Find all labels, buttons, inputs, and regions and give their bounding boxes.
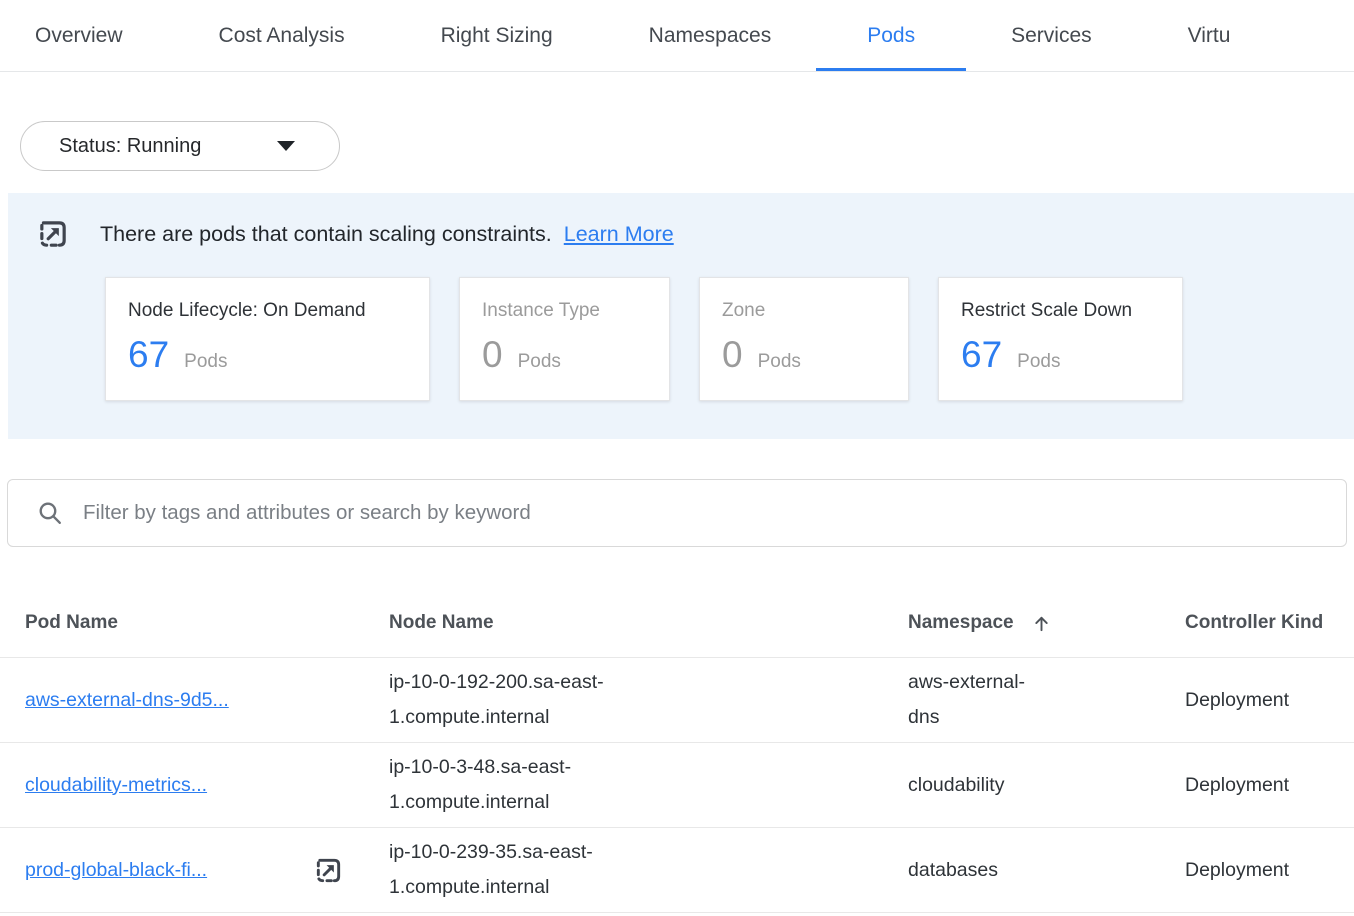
column-header-label: Namespace xyxy=(908,612,1014,634)
card-metric: 0 Pods xyxy=(722,334,908,376)
scale-out-icon xyxy=(36,217,70,251)
column-header-node-name[interactable]: Node Name xyxy=(364,612,883,634)
constraint-cards: Node Lifecycle: On Demand67PodsInstance … xyxy=(105,277,1354,401)
column-header-label: Node Name xyxy=(389,612,494,634)
table-row: aws-external-dns-9d5... ip-10-0-192-200.s… xyxy=(0,658,1354,743)
sort-ascending-icon xyxy=(1032,614,1051,633)
namespace-cell: cloudability xyxy=(883,768,1043,803)
card-metric: 67 Pods xyxy=(128,334,429,376)
card-unit: Pods xyxy=(1017,351,1060,373)
table-row: prod-global-black-fi... ip-10-0-239-35.sa… xyxy=(0,828,1354,913)
card-unit: Pods xyxy=(758,351,801,373)
pod-name-cell: aws-external-dns-9d5... xyxy=(0,689,364,712)
column-header-controller-kind[interactable]: Controller Kind xyxy=(1160,612,1354,634)
controller-kind-cell: Deployment xyxy=(1160,774,1354,797)
column-header-pod-name[interactable]: Pod Name xyxy=(0,612,364,634)
tab-services[interactable]: Services xyxy=(1011,0,1092,72)
pods-table: Pod Name Node Name Namespace Controller Kin… xyxy=(0,589,1354,913)
pod-name-link[interactable]: prod-global-black-fi... xyxy=(25,859,207,882)
banner-message: There are pods that contain scaling cons… xyxy=(100,222,674,247)
tab-label: Virtu xyxy=(1188,24,1231,48)
card-title: Zone xyxy=(722,300,908,322)
card-metric: 0 Pods xyxy=(482,334,669,376)
learn-more-link[interactable]: Learn More xyxy=(564,222,674,246)
constraint-card-restrict-scale-down[interactable]: Restrict Scale Down 67 Pods xyxy=(938,277,1183,401)
tab-label: Namespaces xyxy=(649,24,772,48)
tab-label: Pods xyxy=(867,24,915,48)
card-title: Instance Type xyxy=(482,300,669,322)
status-filter-dropdown[interactable]: Status: Running xyxy=(20,121,340,171)
card-title: Node Lifecycle: On Demand xyxy=(128,300,429,322)
tab-bar: Overview Cost Analysis Right Sizing Namespa… xyxy=(0,0,1354,72)
search-input[interactable] xyxy=(81,500,1326,526)
tab-label: Services xyxy=(1011,24,1092,48)
node-name-cell: ip-10-0-192-200.sa-east-1.compute.intern… xyxy=(364,658,664,742)
scaling-constraints-banner: There are pods that contain scaling cons… xyxy=(8,193,1354,439)
table-row: cloudability-metrics... ip-10-0-3-48.sa-e… xyxy=(0,743,1354,828)
card-value: 0 xyxy=(722,334,743,376)
constraint-card-node-lifecycle-on-demand[interactable]: Node Lifecycle: On Demand 67 Pods xyxy=(105,277,430,401)
tab-overview[interactable]: Overview xyxy=(35,0,123,72)
pod-name-cell: prod-global-black-fi... xyxy=(0,855,364,886)
table-header: Pod Name Node Name Namespace Controller Kin… xyxy=(0,589,1354,658)
pod-name-cell: cloudability-metrics... xyxy=(0,774,364,797)
status-filter-label: Status: Running xyxy=(59,135,201,158)
search-bar xyxy=(7,479,1347,547)
tab-namespaces[interactable]: Namespaces xyxy=(649,0,772,72)
banner-message-row: There are pods that contain scaling cons… xyxy=(36,217,1354,251)
search-icon xyxy=(37,500,64,527)
tab-label: Cost Analysis xyxy=(219,24,345,48)
table-body: aws-external-dns-9d5... ip-10-0-192-200.s… xyxy=(0,658,1354,913)
constraint-card-zone[interactable]: Zone 0 Pods xyxy=(699,277,909,401)
namespace-cell: aws-external-dns xyxy=(883,665,1043,735)
constraint-card-instance-type[interactable]: Instance Type 0 Pods xyxy=(459,277,670,401)
card-unit: Pods xyxy=(518,351,561,373)
controller-kind-cell: Deployment xyxy=(1160,689,1354,712)
tab-label: Right Sizing xyxy=(441,24,553,48)
card-title: Restrict Scale Down xyxy=(961,300,1182,322)
scale-out-icon xyxy=(313,855,344,886)
column-header-label: Controller Kind xyxy=(1185,612,1323,634)
banner-message-text: There are pods that contain scaling cons… xyxy=(100,222,552,246)
namespace-cell: databases xyxy=(883,853,1043,888)
card-metric: 67 Pods xyxy=(961,334,1182,376)
card-value: 67 xyxy=(961,334,1002,376)
controller-kind-cell: Deployment xyxy=(1160,859,1354,882)
pod-name-link[interactable]: aws-external-dns-9d5... xyxy=(25,689,229,712)
tab-right-sizing[interactable]: Right Sizing xyxy=(441,0,553,72)
pod-name-link[interactable]: cloudability-metrics... xyxy=(25,774,207,797)
tab-cost-analysis[interactable]: Cost Analysis xyxy=(219,0,345,72)
card-value: 0 xyxy=(482,334,503,376)
column-header-namespace[interactable]: Namespace xyxy=(883,612,1160,634)
node-name-cell: ip-10-0-239-35.sa-east-1.compute.interna… xyxy=(364,828,664,912)
tab-virtu[interactable]: Virtu xyxy=(1188,0,1231,72)
card-value: 67 xyxy=(128,334,169,376)
tab-label: Overview xyxy=(35,24,123,48)
chevron-down-icon xyxy=(277,141,295,151)
tab-pods[interactable]: Pods xyxy=(867,0,915,72)
card-unit: Pods xyxy=(184,351,227,373)
column-header-label: Pod Name xyxy=(25,612,118,634)
node-name-cell: ip-10-0-3-48.sa-east-1.compute.internal xyxy=(364,743,664,827)
